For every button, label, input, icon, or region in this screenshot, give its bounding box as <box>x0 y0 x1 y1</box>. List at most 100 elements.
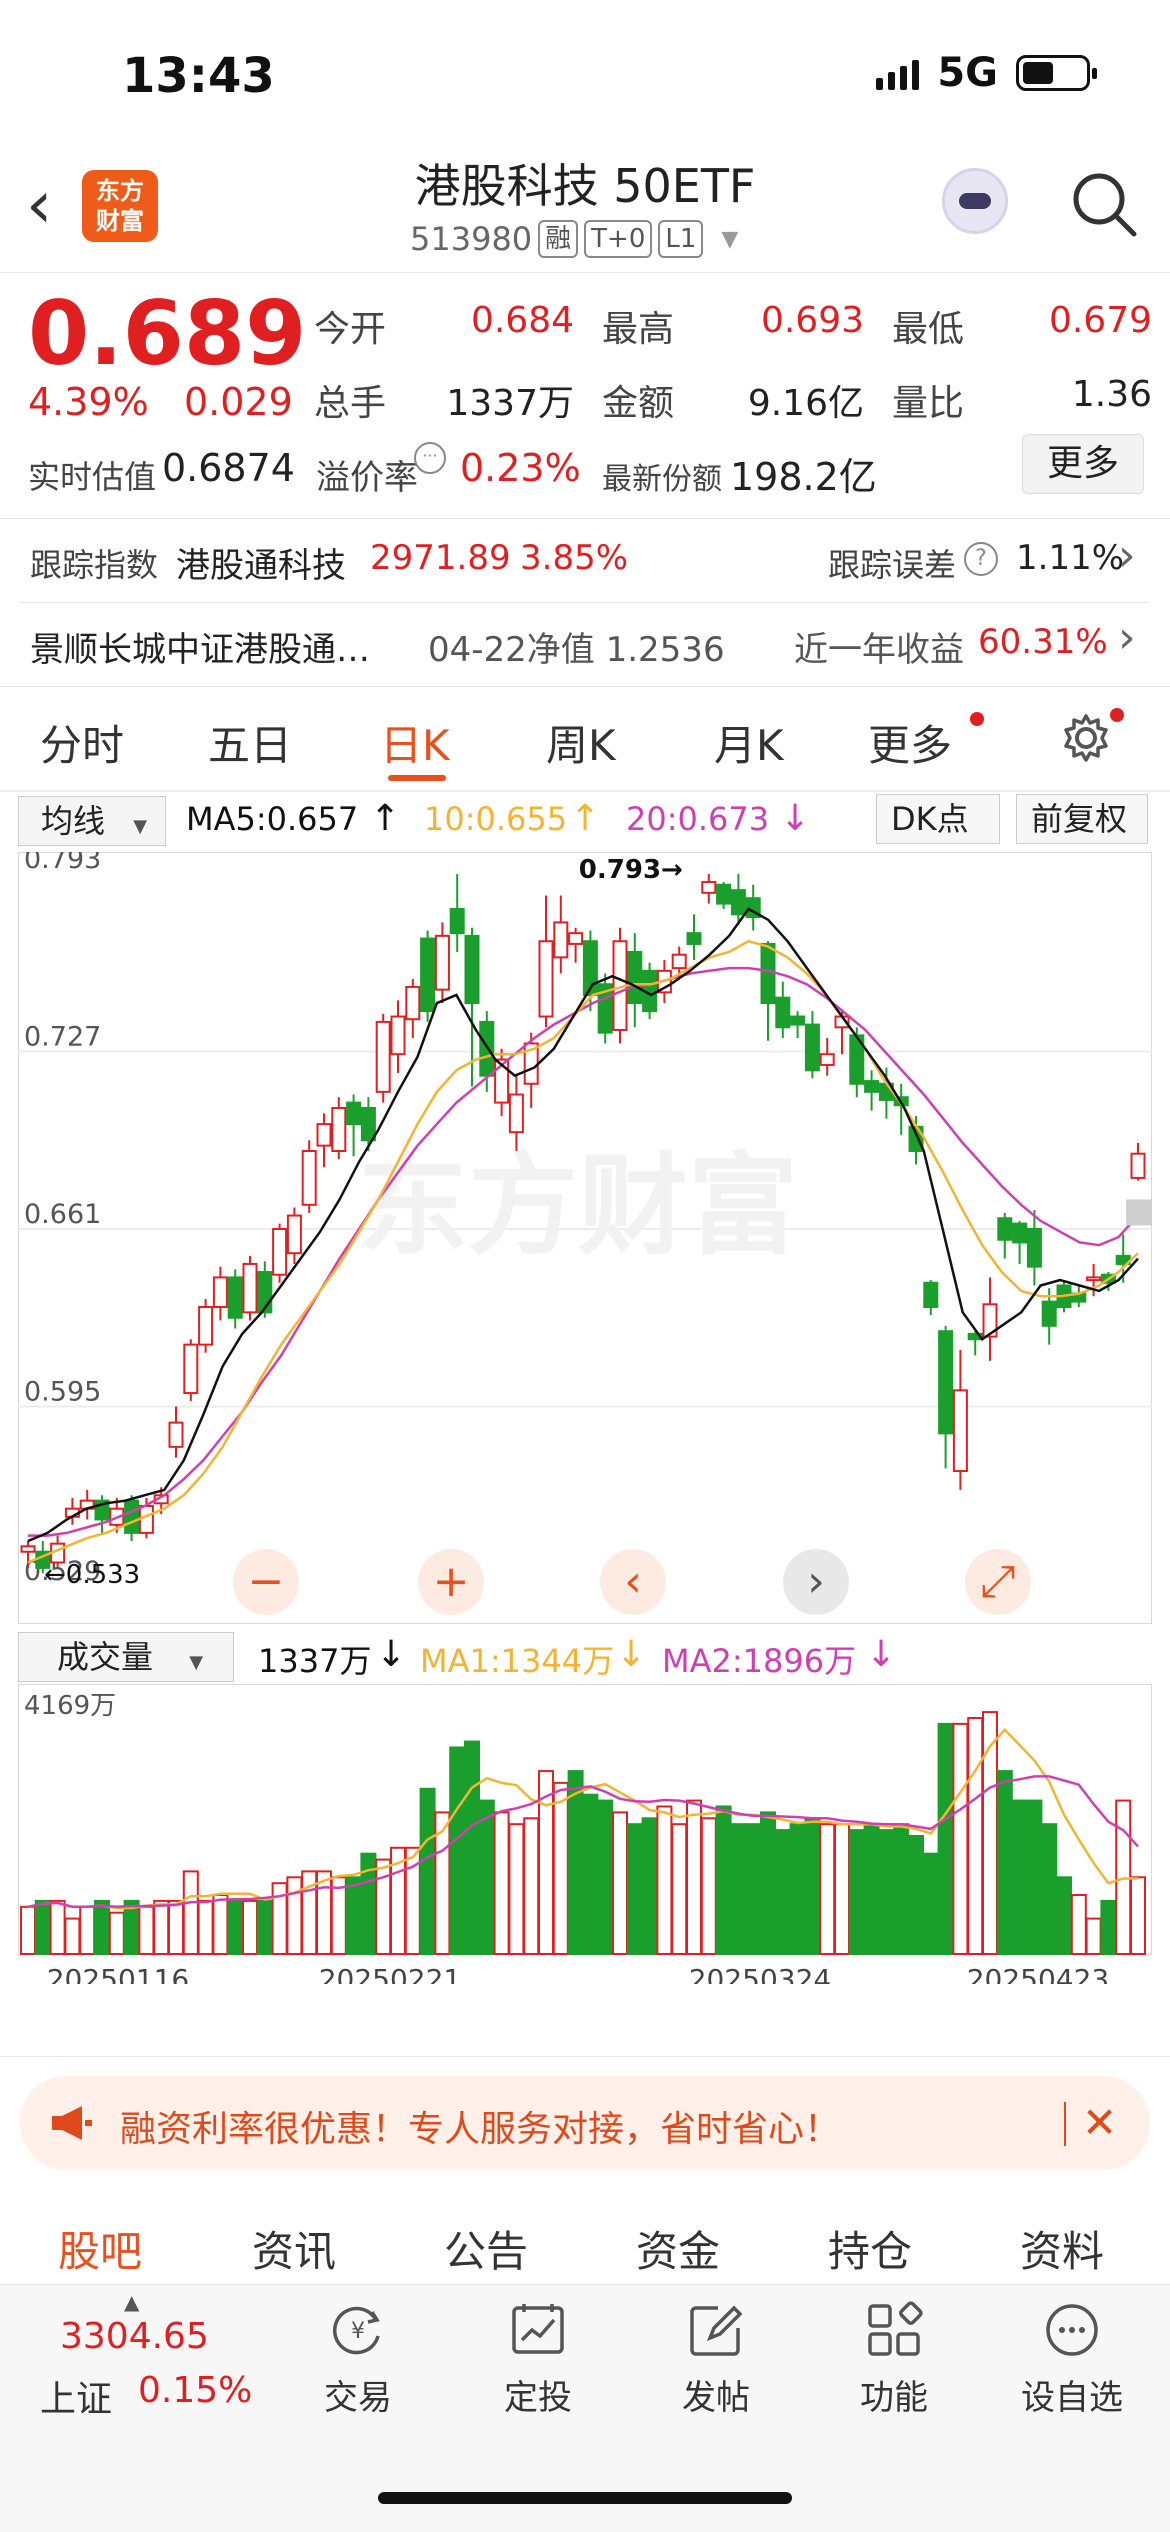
subtab-funds[interactable]: 资金 <box>636 2218 720 2279</box>
chevron-right-icon[interactable]: › <box>1118 530 1136 581</box>
candle-body <box>760 942 776 1005</box>
back-icon[interactable]: ‹ <box>26 170 76 240</box>
more-button[interactable]: 更多 <box>1022 434 1144 494</box>
auto-invest-label[interactable]: 定投 <box>468 2370 608 2419</box>
volume-bar <box>863 1823 880 1955</box>
volume-select-label: 成交量 <box>57 1638 154 1676</box>
volume-chart[interactable]: 4169万 20250116 20250221 20250324 20250423 <box>18 1684 1152 1984</box>
volume-indicator-select[interactable]: 成交量 ▼ <box>18 1632 234 1682</box>
candle-body <box>1026 1228 1042 1268</box>
close-icon[interactable]: ✕ <box>1082 2098 1117 2147</box>
zoom-in-icon[interactable]: + <box>433 1556 470 1607</box>
trade-label[interactable]: 交易 <box>288 2370 428 2419</box>
add-watchlist-label[interactable]: 设自选 <box>1002 2370 1142 2419</box>
subtab-announcements[interactable]: 公告 <box>444 2218 528 2279</box>
expand-arrow-icon[interactable]: ▲ <box>124 2290 139 2314</box>
compose-post-icon[interactable] <box>686 2300 746 2360</box>
candle-body <box>390 1015 406 1056</box>
volume-bar <box>1130 1876 1146 1955</box>
fund-name[interactable]: 景顺长城中证港股通… <box>30 622 370 671</box>
change-percent: 4.39% <box>28 380 149 424</box>
fullscreen-icon[interactable]: ⤢ <box>980 1556 1015 1607</box>
candle-body <box>331 1106 347 1153</box>
high-value: 0.693 <box>760 300 864 341</box>
subtab-holdings[interactable]: 持仓 <box>828 2218 912 2279</box>
candle-body <box>1130 1152 1146 1179</box>
subtab-news[interactable]: 资讯 <box>252 2218 336 2279</box>
pan-right-icon[interactable]: › <box>807 1556 825 1607</box>
kline-chart[interactable]: 0.7930.7270.6610.5950.529东方财富0.793→←0.53… <box>18 852 1152 1624</box>
volume-bar <box>552 1781 569 1956</box>
chevron-down-icon[interactable]: ▼ <box>721 227 738 252</box>
volume-label: 总手 <box>314 383 387 424</box>
tracking-index-change: 3.85% <box>520 538 629 578</box>
candle-body <box>508 1093 524 1134</box>
battery-icon <box>1016 55 1097 91</box>
estimate-value: 0.6874 <box>162 446 295 490</box>
volume-bar <box>819 1823 836 1955</box>
tag-t0: T+0 <box>584 220 653 258</box>
functions-label[interactable]: 功能 <box>824 2370 964 2419</box>
candle-body <box>1086 1276 1102 1282</box>
zoom-out-icon[interactable]: − <box>248 1556 285 1607</box>
candle-body <box>227 1276 243 1319</box>
subtab-profile[interactable]: 资料 <box>1020 2218 1104 2279</box>
tab-five-day[interactable]: 五日 <box>208 712 292 773</box>
candle-body <box>375 1020 391 1093</box>
ma-select[interactable]: 均线 ▼ <box>18 796 166 846</box>
amount-label: 金额 <box>602 383 675 424</box>
add-watchlist-icon[interactable] <box>1042 2300 1102 2360</box>
candle-body <box>701 881 717 894</box>
more-dots-icon[interactable]: ··· <box>414 442 446 474</box>
candle-body <box>864 1080 880 1093</box>
ma5-arrow-icon: ↑ <box>370 798 401 839</box>
chevron-right-icon[interactable]: › <box>1118 612 1136 663</box>
tab-intraday[interactable]: 分时 <box>40 712 124 773</box>
volume-ma2-legend: MA2:1896万 <box>662 1642 857 1680</box>
subtab-forum[interactable]: 股吧 <box>58 2218 142 2279</box>
ma20-legend: 20:0.673 <box>626 800 770 838</box>
assistant-robot-icon[interactable] <box>942 168 1008 234</box>
volume-bar <box>523 1817 540 1955</box>
volume-bar <box>715 1805 732 1956</box>
status-time: 13:43 <box>122 48 275 104</box>
price-adjust-button[interactable]: 前复权 <box>1016 794 1148 844</box>
estimate-label: 实时估值 <box>28 458 157 496</box>
tab-more[interactable]: 更多 <box>868 712 952 773</box>
candle-body <box>183 1343 199 1395</box>
pan-left-icon[interactable]: ‹ <box>624 1556 642 1607</box>
trade-icon[interactable]: ¥ <box>328 2300 388 2360</box>
candle-body <box>20 1545 36 1553</box>
volume-bar <box>508 1823 525 1955</box>
volume-bar <box>1026 1799 1043 1956</box>
index-value[interactable]: 3304.65 <box>60 2316 209 2357</box>
volume-bar <box>227 1899 244 1955</box>
volume-bar <box>804 1817 821 1955</box>
tracking-index-name[interactable]: 港股通科技 <box>176 538 346 587</box>
price-cursor-marker <box>1126 1199 1152 1226</box>
logo-text: 东方财富 <box>96 177 144 235</box>
dk-points-button[interactable]: DK点 <box>876 794 1000 844</box>
search-icon[interactable] <box>1068 168 1140 240</box>
volume-bar <box>967 1716 984 1955</box>
help-icon[interactable]: ? <box>964 542 998 576</box>
tab-daily-k[interactable]: 日K <box>380 712 450 773</box>
tab-weekly-k[interactable]: 周K <box>546 712 616 773</box>
auto-invest-icon[interactable] <box>508 2300 568 2360</box>
stock-code-row: 513980 融 T+0 L1 ▼ <box>410 220 738 258</box>
volume-ma2-arrow-icon: ↓ <box>866 1634 897 1675</box>
date-label: 20250221 <box>319 1963 462 1984</box>
settings-gear-icon[interactable] <box>1060 712 1112 764</box>
volume-bar <box>937 1722 954 1956</box>
candle-body <box>168 1421 184 1448</box>
tab-monthly-k[interactable]: 月K <box>714 712 784 773</box>
compose-post-label[interactable]: 发帖 <box>646 2370 786 2419</box>
price-tick-label: 0.793 <box>24 852 101 875</box>
candle-body <box>464 934 480 1005</box>
functions-grid-icon[interactable] <box>864 2300 924 2360</box>
volume-bar <box>760 1811 776 1955</box>
banner-divider <box>1064 2102 1066 2146</box>
candle-body <box>124 1499 140 1534</box>
candle-body <box>938 1330 954 1435</box>
open-value: 0.684 <box>470 300 574 341</box>
